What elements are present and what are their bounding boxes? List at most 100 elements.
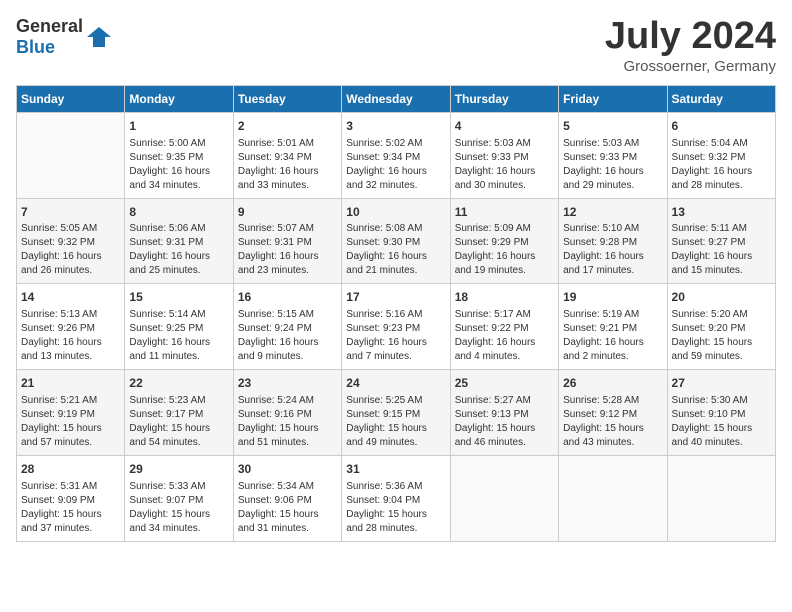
calendar-cell: 29 Sunrise: 5:33 AM Sunset: 9:07 PM Dayli…: [125, 455, 233, 541]
day-info: Sunrise: 5:11 AM Sunset: 9:27 PM Dayligh…: [672, 222, 771, 278]
calendar-cell: 22Sunrise: 5:23 AM Sunset: 9:17 PM Dayli…: [125, 370, 233, 456]
day-number: 8: [129, 204, 228, 221]
calendar-cell: 15 Sunrise: 5:14 AM Sunset: 9:25 PM Dayli…: [125, 284, 233, 370]
day-info: Sunrise: 5:13 AM Sunset: 9:26 PM Dayligh…: [21, 308, 120, 364]
day-number: 20: [672, 289, 771, 306]
calendar-cell: 18 Sunrise: 5:17 AM Sunset: 9:22 PM Dayli…: [450, 284, 558, 370]
weekday-header: Tuesday: [233, 85, 341, 112]
day-info: Sunrise: 5:08 AM Sunset: 9:30 PM Dayligh…: [346, 222, 445, 278]
day-info: Sunrise: 5:00 AM Sunset: 9:35 PM Dayligh…: [129, 137, 228, 193]
day-number: 6: [672, 118, 771, 135]
calendar-week-row: 1 Sunrise: 5:00 AM Sunset: 9:35 PM Daylig…: [17, 112, 776, 198]
day-number: 12: [563, 204, 662, 221]
day-number: 13: [672, 204, 771, 221]
day-info: Sunrise: 5:15 AM Sunset: 9:24 PM Dayligh…: [238, 308, 337, 364]
calendar-cell: 11Sunrise: 5:09 AM Sunset: 9:29 PM Dayli…: [450, 198, 558, 284]
calendar-cell: 5 Sunrise: 5:03 AM Sunset: 9:33 PM Daylig…: [559, 112, 667, 198]
day-info: Sunrise: 5:30 AM Sunset: 9:10 PM Dayligh…: [672, 394, 771, 450]
day-number: 11: [455, 204, 554, 221]
calendar-week-row: 14Sunrise: 5:13 AM Sunset: 9:26 PM Dayli…: [17, 284, 776, 370]
calendar-table: SundayMondayTuesdayWednesdayThursdayFrid…: [16, 85, 776, 542]
day-info: Sunrise: 5:24 AM Sunset: 9:16 PM Dayligh…: [238, 394, 337, 450]
calendar-cell: 12Sunrise: 5:10 AM Sunset: 9:28 PM Dayli…: [559, 198, 667, 284]
location-title: Grossoerner, Germany: [605, 58, 776, 75]
calendar-cell: 21 Sunrise: 5:21 AM Sunset: 9:19 PM Dayli…: [17, 370, 125, 456]
calendar-cell: 13Sunrise: 5:11 AM Sunset: 9:27 PM Dayli…: [667, 198, 775, 284]
calendar-cell: 23 Sunrise: 5:24 AM Sunset: 9:16 PM Dayli…: [233, 370, 341, 456]
day-info: Sunrise: 5:05 AM Sunset: 9:32 PM Dayligh…: [21, 222, 120, 278]
day-number: 18: [455, 289, 554, 306]
calendar-cell: 3 Sunrise: 5:02 AM Sunset: 9:34 PM Daylig…: [342, 112, 450, 198]
day-number: 31: [346, 461, 445, 478]
calendar-cell: 7Sunrise: 5:05 AM Sunset: 9:32 PM Daylig…: [17, 198, 125, 284]
calendar-cell: 2 Sunrise: 5:01 AM Sunset: 9:34 PM Daylig…: [233, 112, 341, 198]
day-info: Sunrise: 5:20 AM Sunset: 9:20 PM Dayligh…: [672, 308, 771, 364]
day-info: Sunrise: 5:02 AM Sunset: 9:34 PM Dayligh…: [346, 137, 445, 193]
weekday-header-row: SundayMondayTuesdayWednesdayThursdayFrid…: [17, 85, 776, 112]
day-number: 3: [346, 118, 445, 135]
day-number: 5: [563, 118, 662, 135]
day-number: 29: [129, 461, 228, 478]
day-number: 4: [455, 118, 554, 135]
day-info: Sunrise: 5:28 AM Sunset: 9:12 PM Dayligh…: [563, 394, 662, 450]
day-number: 7: [21, 204, 120, 221]
day-info: Sunrise: 5:07 AM Sunset: 9:31 PM Dayligh…: [238, 222, 337, 278]
calendar-cell: 19 Sunrise: 5:19 AM Sunset: 9:21 PM Dayli…: [559, 284, 667, 370]
day-info: Sunrise: 5:06 AM Sunset: 9:31 PM Dayligh…: [129, 222, 228, 278]
calendar-cell: 27 Sunrise: 5:30 AM Sunset: 9:10 PM Dayli…: [667, 370, 775, 456]
calendar-week-row: 28Sunrise: 5:31 AM Sunset: 9:09 PM Dayli…: [17, 455, 776, 541]
day-info: Sunrise: 5:10 AM Sunset: 9:28 PM Dayligh…: [563, 222, 662, 278]
day-number: 19: [563, 289, 662, 306]
calendar-cell: 6Sunrise: 5:04 AM Sunset: 9:32 PM Daylig…: [667, 112, 775, 198]
day-info: Sunrise: 5:27 AM Sunset: 9:13 PM Dayligh…: [455, 394, 554, 450]
day-info: Sunrise: 5:34 AM Sunset: 9:06 PM Dayligh…: [238, 480, 337, 536]
calendar-cell: 1 Sunrise: 5:00 AM Sunset: 9:35 PM Daylig…: [125, 112, 233, 198]
weekday-header: Thursday: [450, 85, 558, 112]
weekday-header: Saturday: [667, 85, 775, 112]
day-info: Sunrise: 5:25 AM Sunset: 9:15 PM Dayligh…: [346, 394, 445, 450]
day-number: 16: [238, 289, 337, 306]
day-number: 15: [129, 289, 228, 306]
calendar-cell: 17Sunrise: 5:16 AM Sunset: 9:23 PM Dayli…: [342, 284, 450, 370]
day-info: Sunrise: 5:01 AM Sunset: 9:34 PM Dayligh…: [238, 137, 337, 193]
weekday-header: Sunday: [17, 85, 125, 112]
day-info: Sunrise: 5:31 AM Sunset: 9:09 PM Dayligh…: [21, 480, 120, 536]
day-info: Sunrise: 5:23 AM Sunset: 9:17 PM Dayligh…: [129, 394, 228, 450]
day-info: Sunrise: 5:19 AM Sunset: 9:21 PM Dayligh…: [563, 308, 662, 364]
day-number: 9: [238, 204, 337, 221]
day-info: Sunrise: 5:36 AM Sunset: 9:04 PM Dayligh…: [346, 480, 445, 536]
calendar-cell: 4 Sunrise: 5:03 AM Sunset: 9:33 PM Daylig…: [450, 112, 558, 198]
day-info: Sunrise: 5:03 AM Sunset: 9:33 PM Dayligh…: [455, 137, 554, 193]
calendar-cell: 8Sunrise: 5:06 AM Sunset: 9:31 PM Daylig…: [125, 198, 233, 284]
calendar-cell: 26 Sunrise: 5:28 AM Sunset: 9:12 PM Dayli…: [559, 370, 667, 456]
calendar-cell: 30Sunrise: 5:34 AM Sunset: 9:06 PM Dayli…: [233, 455, 341, 541]
calendar-cell: 14Sunrise: 5:13 AM Sunset: 9:26 PM Dayli…: [17, 284, 125, 370]
weekday-header: Wednesday: [342, 85, 450, 112]
calendar-cell: 24 Sunrise: 5:25 AM Sunset: 9:15 PM Dayli…: [342, 370, 450, 456]
logo-general: General: [16, 16, 83, 36]
weekday-header: Friday: [559, 85, 667, 112]
calendar-cell: [559, 455, 667, 541]
day-number: 1: [129, 118, 228, 135]
calendar-cell: 25Sunrise: 5:27 AM Sunset: 9:13 PM Dayli…: [450, 370, 558, 456]
weekday-header: Monday: [125, 85, 233, 112]
day-info: Sunrise: 5:33 AM Sunset: 9:07 PM Dayligh…: [129, 480, 228, 536]
day-info: Sunrise: 5:14 AM Sunset: 9:25 PM Dayligh…: [129, 308, 228, 364]
day-number: 2: [238, 118, 337, 135]
day-number: 23: [238, 375, 337, 392]
day-number: 27: [672, 375, 771, 392]
month-title: July 2024: [605, 16, 776, 58]
day-number: 21: [21, 375, 120, 392]
calendar-week-row: 7Sunrise: 5:05 AM Sunset: 9:32 PM Daylig…: [17, 198, 776, 284]
day-info: Sunrise: 5:17 AM Sunset: 9:22 PM Dayligh…: [455, 308, 554, 364]
day-info: Sunrise: 5:16 AM Sunset: 9:23 PM Dayligh…: [346, 308, 445, 364]
day-info: Sunrise: 5:03 AM Sunset: 9:33 PM Dayligh…: [563, 137, 662, 193]
logo-blue: Blue: [16, 37, 55, 57]
calendar-cell: 16 Sunrise: 5:15 AM Sunset: 9:24 PM Dayli…: [233, 284, 341, 370]
day-info: Sunrise: 5:09 AM Sunset: 9:29 PM Dayligh…: [455, 222, 554, 278]
logo-text: General Blue: [16, 16, 83, 58]
calendar-cell: 10Sunrise: 5:08 AM Sunset: 9:30 PM Dayli…: [342, 198, 450, 284]
day-number: 24: [346, 375, 445, 392]
day-info: Sunrise: 5:21 AM Sunset: 9:19 PM Dayligh…: [21, 394, 120, 450]
day-number: 26: [563, 375, 662, 392]
